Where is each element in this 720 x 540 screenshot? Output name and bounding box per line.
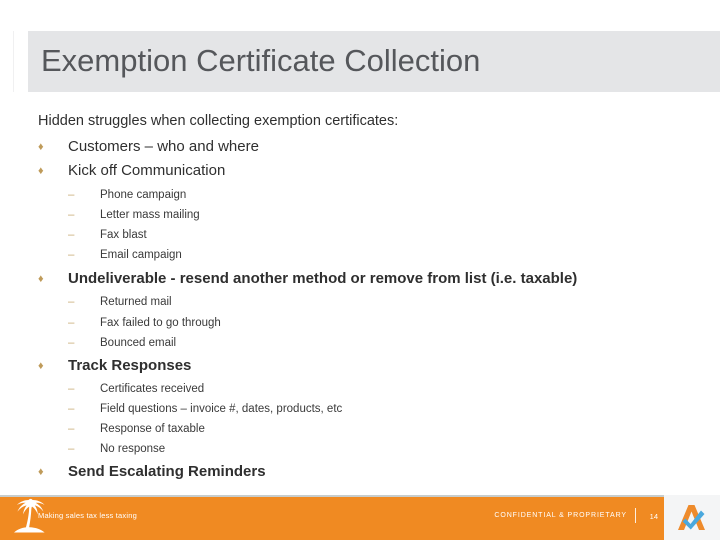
bullet-level2-label: Certificates received [100,383,205,395]
bullet-level1-label: Undeliverable - resend another method or… [68,270,578,287]
dash-marker-icon: – [68,189,75,201]
bullet-level2-label: Fax failed to go through [100,317,221,329]
slide: Exemption Certificate Collection Hidden … [0,0,720,540]
bullet-level2: – Fax blast [68,227,147,244]
slide-footer: Making sales tax less taxing CONFIDENTIA… [0,495,720,540]
bullet-diamond-icon: ♦ [38,360,44,372]
page-title: Exemption Certificate Collection [41,43,481,78]
bullet-level1-label: Send Escalating Reminders [68,463,266,480]
bullet-diamond-icon: ♦ [38,466,44,478]
footer-separator [635,508,636,523]
dash-marker-icon: – [68,229,75,241]
dash-marker-icon: – [68,337,75,349]
bullet-level1: ♦ Send Escalating Reminders [38,462,266,482]
dash-marker-icon: – [68,249,75,261]
avalara-a-logo [678,504,705,530]
bullet-level1: ♦ Customers – who and where [38,137,259,157]
bullet-level1-label: Track Responses [68,357,192,374]
bullet-level2: – Field questions – invoice #, dates, pro… [68,401,342,418]
bullet-level2-label: Field questions – invoice #, dates, prod… [100,403,343,415]
bullet-level1-label: Customers – who and where [68,138,259,155]
bullet-level2: – Email campaign [68,247,182,264]
bullet-level2-label: Bounced email [100,337,177,349]
dash-marker-icon: – [68,443,75,455]
confidentiality-notice: CONFIDENTIAL & PROPRIETARY [494,512,627,519]
footer-top-edge [0,495,720,497]
title-left-rule [13,31,14,92]
bullet-level1: ♦ Kick off Communication [38,161,225,181]
body-lead-text: Hidden struggles when collecting exempti… [38,113,399,129]
bullet-level2: – No response [68,441,165,458]
bullet-level2-label: Phone campaign [100,189,187,201]
dash-marker-icon: – [68,403,75,415]
bullet-level2-label: Email campaign [100,249,182,261]
bullet-level2: – Response of taxable [68,421,205,438]
bullet-level1: ♦ Track Responses [38,356,191,376]
dash-marker-icon: – [68,317,75,329]
bullet-diamond-icon: ♦ [38,273,44,285]
bullet-level2-label: Returned mail [100,296,172,308]
bullet-level2: – Certificates received [68,381,204,398]
dash-marker-icon: – [68,423,75,435]
bullet-level1: ♦ Undeliverable - resend another method o… [38,269,577,289]
bullet-level2: – Fax failed to go through [68,315,221,332]
bullet-diamond-icon: ♦ [38,165,44,177]
bullet-level2-label: No response [100,443,166,455]
bullet-level1-label: Kick off Communication [68,162,226,179]
page-number: 14 [649,512,658,521]
bullet-level2-label: Response of taxable [100,423,205,435]
dash-marker-icon: – [68,383,75,395]
bullet-level2: – Letter mass mailing [68,207,200,224]
bullet-level2-label: Fax blast [100,229,147,241]
brand-logo [664,495,720,540]
bullet-level2: – Returned mail [68,294,172,311]
footer-tagline: Making sales tax less taxing [38,511,137,520]
dash-marker-icon: – [68,296,75,308]
bullet-diamond-icon: ♦ [38,141,44,153]
bullet-level2: – Bounced email [68,335,176,352]
bullet-level2: – Phone campaign [68,187,186,204]
dash-marker-icon: – [68,209,75,221]
bullet-level2-label: Letter mass mailing [100,209,200,221]
